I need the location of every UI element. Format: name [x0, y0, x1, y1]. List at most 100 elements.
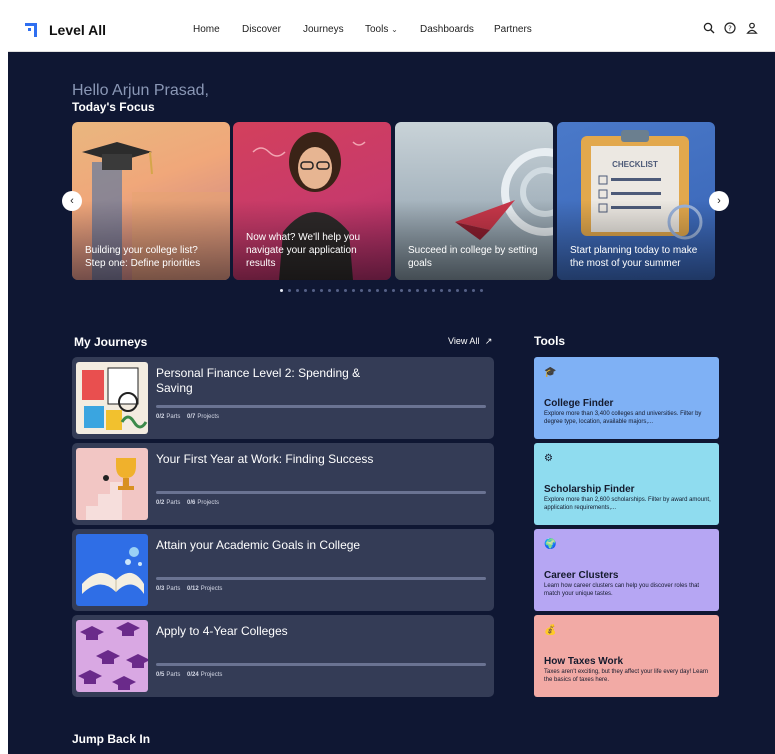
globe-icon: 🌍 — [544, 539, 557, 550]
carousel-dot[interactable] — [472, 289, 475, 292]
brand-name: Level All — [49, 22, 107, 38]
focus-card-college-goals[interactable]: Succeed in college by setting goals — [395, 122, 553, 280]
greeting-text: Hello Arjun Prasad, — [72, 82, 209, 99]
tool-name: Scholarship Finder — [544, 484, 635, 495]
journey-card-first-year-work[interactable]: Your First Year at Work: Finding Success… — [72, 443, 494, 525]
journey-title: Apply to 4-Year Colleges — [156, 624, 288, 638]
search-icon[interactable] — [702, 22, 716, 36]
carousel-dot[interactable] — [440, 289, 443, 292]
tool-name: Career Clusters — [544, 570, 619, 581]
app-frame: Level All Home Discover Journeys Tools ⌄… — [8, 8, 775, 754]
tool-card-career-clusters[interactable]: 🌍 Career Clusters Learn how career clust… — [534, 529, 719, 611]
journey-title: Personal Finance Level 2: Spending & Sav… — [156, 366, 361, 395]
external-arrow-icon: ↗ — [484, 336, 493, 346]
carousel-dot[interactable] — [464, 289, 467, 292]
help-icon[interactable]: ? — [723, 22, 737, 36]
carousel-next-button[interactable]: › — [709, 191, 729, 211]
carousel-dot[interactable] — [448, 289, 451, 292]
chevron-left-icon: ‹ — [70, 195, 74, 207]
carousel-dot[interactable] — [424, 289, 427, 292]
journey-title: Attain your Academic Goals in College — [156, 538, 361, 552]
tool-description: Taxes aren't exciting, but they affect y… — [544, 669, 709, 683]
top-nav-bar: Level All Home Discover Journeys Tools ⌄… — [8, 8, 775, 52]
carousel-dot[interactable] — [408, 289, 411, 292]
carousel-dot[interactable] — [336, 289, 339, 292]
chevron-down-icon: ⌄ — [391, 25, 398, 34]
nav-tools[interactable]: Tools ⌄ — [365, 24, 398, 35]
nav-partners[interactable]: Partners — [494, 24, 532, 35]
carousel-dot[interactable] — [320, 289, 323, 292]
focus-card-application-results[interactable]: Now what? We'll help you navigate your a… — [233, 122, 391, 280]
view-all-label: View All — [448, 336, 480, 346]
nav-journeys[interactable]: Journeys — [303, 24, 344, 35]
carousel-dot[interactable] — [400, 289, 403, 292]
logo-mark-icon — [25, 21, 41, 39]
user-icon[interactable] — [745, 22, 759, 36]
journey-meta: 0/5 Parts 0/24 Projects — [156, 672, 223, 678]
chevron-right-icon: › — [717, 195, 721, 207]
nav-home[interactable]: Home — [193, 24, 220, 35]
carousel-dot[interactable] — [304, 289, 307, 292]
carousel-dot[interactable] — [392, 289, 395, 292]
focus-card-college-list[interactable]: Building your college list? Step one: De… — [72, 122, 230, 280]
graduation-cap-icon: 🎓 — [544, 367, 557, 378]
focus-card-caption: Building your college list? Step one: De… — [85, 245, 201, 269]
scholarship-icon: ⚙ — [544, 453, 553, 464]
jump-back-in-heading: Jump Back In — [72, 732, 151, 746]
todays-focus-heading: Today's Focus — [72, 100, 155, 114]
journey-title: Your First Year at Work: Finding Success — [156, 452, 374, 466]
tool-card-how-taxes-work[interactable]: 💰 How Taxes Work Taxes aren't exciting, … — [534, 615, 719, 697]
focus-card-caption: Now what? We'll help you navigate your a… — [246, 232, 361, 269]
checklist-label: CHECKLIST — [612, 160, 658, 169]
tool-description: Explore more than 2,600 scholarships. Fi… — [544, 497, 711, 511]
carousel-prev-button[interactable]: ‹ — [62, 191, 82, 211]
focus-card-summer-planning[interactable]: CHECKLIST Start planning today to make t… — [557, 122, 715, 280]
carousel-dot[interactable] — [416, 289, 419, 292]
journey-card-personal-finance[interactable]: Personal Finance Level 2: Spending & Sav… — [72, 357, 494, 439]
journey-meta: 0/3 Parts 0/12 Projects — [156, 586, 223, 592]
carousel-dot[interactable] — [432, 289, 435, 292]
tool-name: How Taxes Work — [544, 656, 624, 667]
view-all-link[interactable]: View All ↗ — [448, 336, 492, 347]
carousel-dot[interactable] — [288, 289, 291, 292]
tools-heading: Tools — [534, 334, 566, 348]
carousel-dot[interactable] — [296, 289, 299, 292]
carousel-dot[interactable] — [360, 289, 363, 292]
brand-logo[interactable]: Level All — [25, 21, 106, 39]
journey-meta: 0/2 Parts 0/6 Projects — [156, 500, 220, 506]
nav-dashboards[interactable]: Dashboards — [420, 24, 474, 35]
tool-card-college-finder[interactable]: 🎓 College Finder Explore more than 3,400… — [534, 357, 719, 439]
journey-thumbnail — [76, 362, 148, 434]
focus-card-caption: Start planning today to make the most of… — [570, 245, 698, 269]
tool-name: College Finder — [544, 398, 614, 409]
tool-description: Explore more than 3,400 colleges and uni… — [544, 411, 702, 425]
my-journeys-heading: My Journeys — [74, 335, 148, 349]
journey-progress-bar — [156, 577, 486, 580]
carousel-dot[interactable] — [312, 289, 315, 292]
journey-progress-bar — [156, 663, 486, 666]
carousel-pagination — [280, 289, 483, 292]
carousel-dot[interactable] — [352, 289, 355, 292]
carousel-dot[interactable] — [456, 289, 459, 292]
nav-discover[interactable]: Discover — [242, 24, 281, 35]
journey-progress-bar — [156, 405, 486, 408]
carousel-dot[interactable] — [328, 289, 331, 292]
journey-meta: 0/2 Parts 0/7 Projects — [156, 414, 220, 420]
journey-thumbnail — [76, 620, 148, 692]
tool-card-scholarship-finder[interactable]: ⚙ Scholarship Finder Explore more than 2… — [534, 443, 719, 525]
journey-progress-bar — [156, 491, 486, 494]
carousel-dot[interactable] — [280, 289, 283, 292]
focus-card-caption: Succeed in college by setting goals — [408, 245, 538, 269]
journey-thumbnail — [76, 448, 148, 520]
journey-card-apply-colleges[interactable]: Apply to 4-Year Colleges 0/5 Parts 0/24 Pr… — [72, 615, 494, 697]
nav-tools-label: Tools — [365, 24, 389, 35]
carousel-dot[interactable] — [368, 289, 371, 292]
money-bag-icon: 💰 — [544, 625, 557, 636]
journey-thumbnail — [76, 534, 148, 606]
carousel-dot[interactable] — [480, 289, 483, 292]
journey-card-academic-goals[interactable]: Attain your Academic Goals in College 0/… — [72, 529, 494, 611]
svg-text:?: ? — [728, 25, 732, 33]
carousel-dot[interactable] — [344, 289, 347, 292]
carousel-dot[interactable] — [384, 289, 387, 292]
carousel-dot[interactable] — [376, 289, 379, 292]
